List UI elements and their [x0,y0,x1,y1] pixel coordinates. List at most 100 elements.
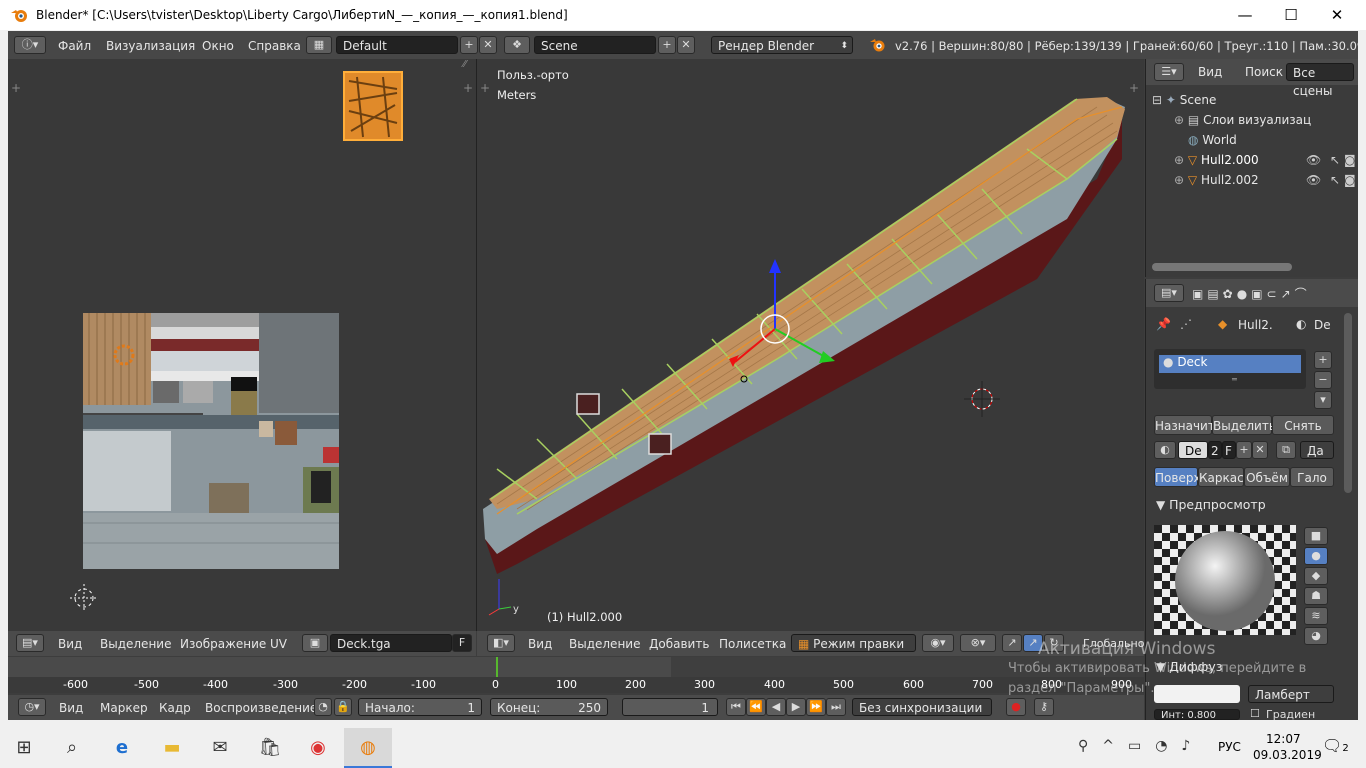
menu-help[interactable]: Справка [248,39,301,53]
eye-icon[interactable]: 👁 [1306,173,1321,187]
record-icon[interactable]: ● [1006,698,1026,716]
prev-keyframe-icon[interactable]: ⏪ [746,698,766,716]
preview-range-icon[interactable]: ◔ [314,698,332,716]
tray-icons[interactable]: ⚲^▭◔♪ [1078,738,1204,754]
outliner-row-scene[interactable]: ⊟ ✦ Scene [1152,93,1357,113]
screen-layout-icon[interactable]: ▦ [306,36,332,54]
image-name-field[interactable]: Deck.tga [330,634,452,652]
new-material-icon[interactable]: + [1236,441,1252,459]
image-browse-icon[interactable]: ▣ [302,634,328,652]
layout-field[interactable]: Default [336,36,458,54]
2d-cursor-icon[interactable] [68,584,100,620]
outliner-filter-select[interactable]: Все сцены [1286,63,1354,98]
next-keyframe-icon[interactable]: ⏩ [806,698,826,716]
intensity-slider[interactable]: Инт: 0.800 [1154,709,1240,720]
data-link-select[interactable]: Да [1300,441,1334,459]
remove-slot-icon[interactable]: − [1314,371,1332,389]
select-button[interactable]: Выделить [1212,415,1276,435]
edge-browser-icon[interactable]: e [98,728,146,768]
keying-set-icon[interactable]: ⚷ [1034,698,1054,716]
sync-mode-select[interactable]: Без синхронизации [852,698,992,716]
play-icon[interactable]: ▶ [786,698,806,716]
ship-hull-mesh[interactable]: y [477,59,1144,631]
tl-menu-frame[interactable]: Кадр [159,701,191,715]
eye-icon[interactable]: 👁 [1306,153,1321,167]
3d-viewport[interactable]: Польз.-орто Meters + + y (1) Hull2.000 [477,59,1144,631]
cursor-select-icon[interactable]: ↖ [1330,173,1340,187]
tl-menu-view[interactable]: Вид [59,701,83,715]
preview-panel-header[interactable]: ▼ Предпросмотр [1156,497,1336,515]
preview-flat-icon[interactable]: ■ [1304,527,1328,545]
start-windows-icon[interactable]: ⊞ [0,728,48,768]
preview-monkey-icon[interactable]: ☗ [1304,587,1328,605]
area-split-plus-icon[interactable]: + [11,81,21,95]
tab-halo[interactable]: Гало [1290,467,1334,487]
area-corner-icon[interactable]: ⁄⁄ [463,59,466,70]
area-split-plus-icon[interactable]: + [463,81,473,95]
vp-menu-select[interactable]: Выделение [569,637,640,651]
context-tabs-icons[interactable]: ▣▤✿●▣⊂↗⌒ [1192,285,1311,302]
outliner-menu-search[interactable]: Поиск [1245,65,1283,79]
mail-icon[interactable]: ✉ [196,728,244,768]
editor-type-outliner-icon[interactable]: ☰▾ [1154,63,1184,81]
material-name-field[interactable]: De [1178,441,1208,459]
cursor-select-icon[interactable]: ↖ [1330,153,1340,167]
outliner-row-world[interactable]: ◍ World [1188,133,1348,153]
expand-icon[interactable]: ⊕ [1174,153,1184,167]
pin-icon[interactable]: 📌 [1156,317,1171,331]
current-frame-field[interactable]: 1 [622,698,718,716]
editor-type-info-icon[interactable]: ⓘ▾ [14,36,46,54]
end-frame-field[interactable]: Конец: 250 [490,698,608,716]
preview-sphere-icon[interactable]: ● [1304,547,1328,565]
clock-time[interactable]: 12:07 [1266,732,1301,746]
blender-taskbar-icon[interactable]: ◍ [344,728,392,768]
tab-surface[interactable]: Поверх [1154,467,1201,487]
maximize-button[interactable]: ☐ [1268,0,1314,30]
assign-button[interactable]: Назначить [1154,415,1222,435]
notifications-icon[interactable]: 🗨2 [1322,736,1349,755]
expand-icon[interactable]: ⊕ [1174,173,1184,187]
material-browse-icon[interactable]: ◐ [1154,441,1176,459]
copy-material-icon[interactable]: ⧉ [1276,441,1296,459]
tl-menu-playback[interactable]: Воспроизведение [205,701,317,715]
add-layout-icon[interactable]: + [460,36,478,54]
tab-volume[interactable]: Объём [1244,467,1290,487]
scene-icon[interactable]: ❖ [504,36,530,54]
outliner-scrollbar[interactable] [1152,263,1292,271]
store-icon[interactable]: 🛍 [246,728,294,768]
file-explorer-icon[interactable]: ▬ [148,728,196,768]
uv-island-selected[interactable] [343,71,405,143]
jump-end-icon[interactable]: ⏭ [826,698,846,716]
timeline-area[interactable]: -600 -500 -400 -300 -200 -100 0 100 200 … [8,657,1144,693]
outliner-row-render-layers[interactable]: ⊕ ▤ Слои визуализац [1174,113,1354,133]
pivot-point-icon[interactable]: ⊗▾ [960,634,996,652]
deselect-button[interactable]: Снять вы... [1272,415,1334,435]
vp-menu-add[interactable]: Добавить [649,637,709,651]
start-frame-field[interactable]: Начало: 1 [358,698,482,716]
vp-menu-view[interactable]: Вид [528,637,552,651]
mode-select[interactable]: ▦ Режим правки [791,634,916,652]
ramp-checkbox[interactable]: ☐ [1250,707,1260,720]
fake-user-button[interactable]: F [452,634,472,652]
outliner-menu-view[interactable]: Вид [1198,65,1222,79]
outliner-row-hull2002[interactable]: ⊕ ▽ Hull2.002 👁 ↖ ◙ [1174,173,1356,193]
tab-wire[interactable]: Каркас [1198,467,1244,487]
list-resize-handle[interactable]: ═ [1232,375,1237,384]
uv-editor-area[interactable]: + + ⁄⁄ [8,59,477,631]
chrome-icon[interactable]: ◉ [294,728,342,768]
properties-scrollbar[interactable] [1344,313,1352,493]
add-slot-icon[interactable]: + [1314,351,1332,369]
close-button[interactable]: ✕ [1314,0,1360,30]
uv-menu-view[interactable]: Вид [58,637,82,651]
collapse-icon[interactable]: ⊟ [1152,93,1162,107]
editor-type-image-icon[interactable]: ▤▾ [16,634,44,652]
menu-render[interactable]: Визуализация [106,39,195,53]
lock-icon[interactable]: 🔒 [334,698,352,716]
jump-start-icon[interactable]: ⏮ [726,698,746,716]
camera-render-icon[interactable]: ◙ [1344,173,1356,187]
editor-type-3d-icon[interactable]: ◧▾ [487,634,515,652]
menu-window[interactable]: Окно [202,39,234,53]
uv-menu-uv[interactable]: UV [270,637,287,651]
unlink-material-icon[interactable]: ✕ [1252,441,1268,459]
scene-field[interactable]: Scene [534,36,656,54]
